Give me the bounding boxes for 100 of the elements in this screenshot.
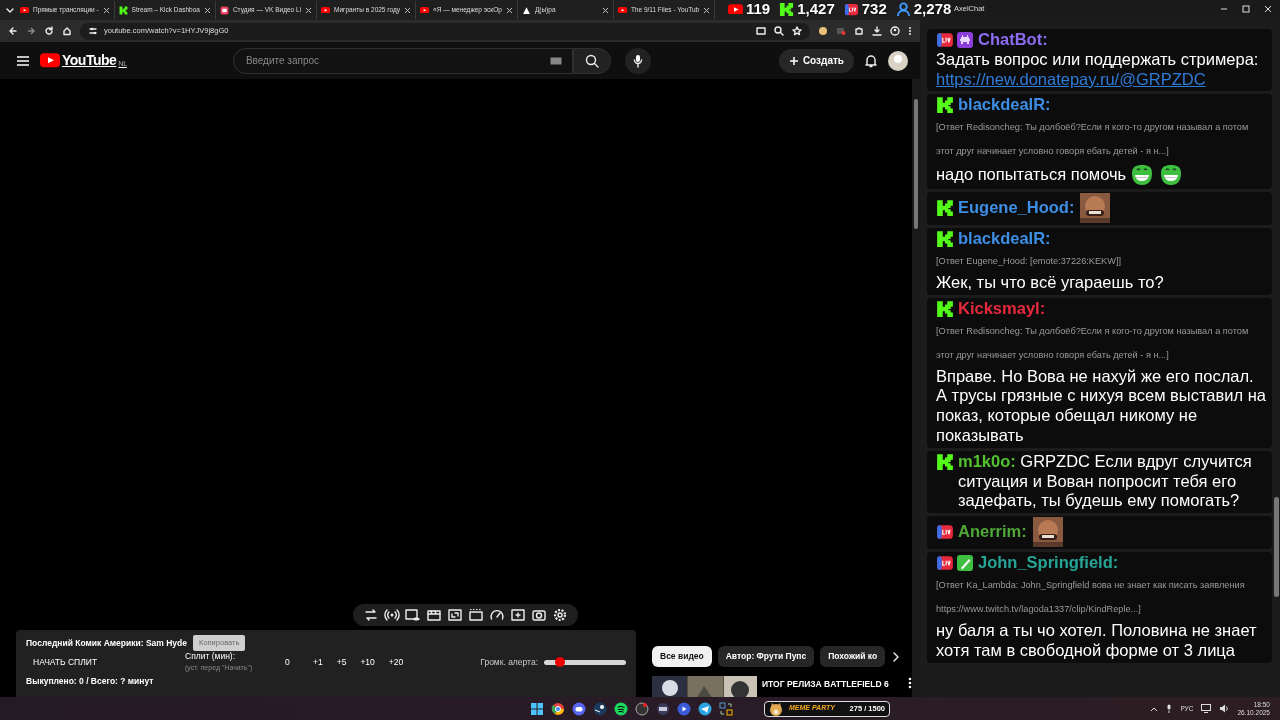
more-icon[interactable] (908, 26, 912, 36)
volume-slider[interactable] (544, 659, 626, 665)
home-icon[interactable] (62, 26, 72, 36)
viewer-count: 732 (861, 0, 887, 19)
close-icon[interactable] (404, 6, 412, 14)
play-logo-icon (20, 6, 29, 14)
slider-thumb[interactable] (555, 656, 566, 667)
play-app-icon[interactable] (677, 701, 691, 716)
filter-chip[interactable]: Похожий ко (820, 646, 886, 667)
clapper-icon[interactable] (426, 607, 442, 623)
viewer-count: 1,427 (797, 0, 835, 19)
reply-quote: [Ответ Redisoncheg: Ты долбоёб?Если я кого-то другом называл а потом этот друг начинает условно говоря ебать детей - я н...] (936, 324, 1250, 362)
square-logo-icon (219, 5, 229, 15)
split-value: 0 (285, 655, 291, 669)
sparkle-screen-icon[interactable] (510, 607, 526, 623)
message-text: надо попытаться помочь (936, 165, 1127, 186)
username[interactable]: Kicksmayl: (958, 298, 1046, 319)
close-icon[interactable] (305, 6, 313, 14)
username[interactable]: ChatBot: (978, 30, 1048, 50)
speedometer-icon[interactable] (489, 607, 505, 623)
dotted-screen-icon[interactable] (468, 607, 484, 623)
create-button[interactable]: Создать (778, 48, 854, 73)
start-icon[interactable] (530, 701, 544, 716)
microphone-icon[interactable] (1166, 704, 1173, 713)
keyboard-icon[interactable] (549, 56, 562, 65)
cast-icon[interactable] (756, 26, 766, 36)
close-icon[interactable] (703, 6, 711, 14)
download-icon[interactable] (872, 26, 882, 36)
filter-chip[interactable]: Все видео (652, 646, 712, 667)
username[interactable]: Eugene_Hood: (958, 198, 1075, 219)
speaker-icon[interactable] (1219, 704, 1230, 713)
filter-chip[interactable]: Автор: Фрути Пупс (717, 646, 815, 667)
zoom-icon[interactable] (774, 26, 784, 36)
increment-button[interactable]: +20 (388, 655, 404, 669)
start-split-button[interactable]: НАЧАТЬ СПЛИТ (33, 655, 185, 669)
maximize-icon[interactable] (1242, 4, 1250, 13)
ring-app-icon[interactable] (551, 701, 565, 716)
microphone-icon (632, 53, 643, 68)
close-icon[interactable] (601, 6, 609, 14)
platform-icon (936, 199, 954, 218)
play-logo-icon (40, 53, 60, 68)
username[interactable]: blackdealR: (958, 229, 1051, 249)
camera-icon[interactable] (531, 607, 547, 623)
play-logo-icon (321, 6, 331, 14)
close-icon[interactable] (505, 6, 513, 14)
triangle-icon (521, 5, 531, 15)
username[interactable]: blackdealR: (958, 95, 1051, 116)
app-icon[interactable] (656, 701, 670, 716)
search-button[interactable] (572, 47, 611, 74)
search-field[interactable]: Введите запрос (243, 52, 550, 69)
monitor-icon[interactable] (1201, 704, 1212, 713)
paper-plane-app-icon[interactable] (698, 701, 712, 716)
music-app-icon[interactable] (614, 701, 628, 716)
bell-icon[interactable] (864, 53, 878, 68)
platform-icon (936, 30, 954, 49)
reload-icon[interactable] (44, 26, 54, 36)
increment-button[interactable]: +10 (360, 655, 375, 669)
search-box[interactable]: Введите запрос (232, 47, 573, 74)
username[interactable]: John_Springfield: (978, 553, 1119, 573)
reply-quote: [Ответ Eugene_Hood: [emote:37226:KEKW]] (936, 255, 1122, 268)
window-switch-icon[interactable] (719, 701, 733, 716)
message-text: Жек, ты что всё угараешь то? (936, 273, 1164, 293)
platform-icon (118, 5, 128, 15)
increment-button[interactable]: +5 (336, 655, 347, 669)
split-label: Сплит (мин): (185, 650, 236, 664)
extension-icon[interactable] (836, 26, 846, 36)
avatar-icon[interactable] (888, 50, 908, 71)
settings-icon[interactable] (552, 607, 568, 623)
close-icon[interactable] (203, 6, 211, 14)
more-icon[interactable] (908, 676, 912, 690)
close-icon[interactable] (1264, 4, 1272, 13)
message-text: Задать вопрос или поддержать стримера: (936, 49, 1259, 70)
gamepad-app-icon[interactable] (572, 701, 586, 716)
platform-icon (936, 230, 954, 249)
scrollbar[interactable] (912, 79, 920, 697)
forward-icon[interactable] (26, 26, 36, 36)
loop-icon[interactable] (363, 607, 379, 623)
viewer-count: 119 (746, 0, 771, 19)
star-icon[interactable] (792, 26, 802, 36)
profile-icon[interactable] (890, 26, 900, 36)
username[interactable]: Anerrim: (958, 522, 1027, 543)
panel-title: Последний Комик Америки: Sam Hyde (26, 636, 187, 650)
screen-icon[interactable] (447, 607, 463, 623)
platform-icon (779, 1, 795, 17)
menu-icon[interactable] (16, 54, 30, 67)
extension-dot-icon[interactable] (818, 26, 828, 36)
increment-button[interactable]: +1 (313, 655, 323, 669)
message-text: m1k0o: GRPZDC Если вдруг случится ситуация и Вован попросит тебя его задефать, ты будешь ему помогать? (958, 451, 1253, 512)
close-icon[interactable] (102, 6, 110, 14)
app-icon[interactable] (635, 701, 649, 716)
donation-link[interactable]: https://new.donatepay.ru/@GRPZDC (936, 69, 1266, 90)
message-text: ну баля а ты чо хотел. Половина не знает хотя там в свободной форме от 3 лица (936, 620, 1258, 661)
platform-icon (936, 523, 954, 542)
search-icon (584, 53, 599, 68)
back-icon[interactable] (8, 26, 18, 36)
platform-icon (936, 452, 954, 471)
video-title[interactable]: ИТОГ РЕЛИЗА BATTLEFIELD 6 (762, 678, 903, 691)
voice-search-button[interactable] (624, 47, 651, 74)
broadcast-icon[interactable] (384, 607, 400, 623)
pen-icon (956, 554, 974, 573)
